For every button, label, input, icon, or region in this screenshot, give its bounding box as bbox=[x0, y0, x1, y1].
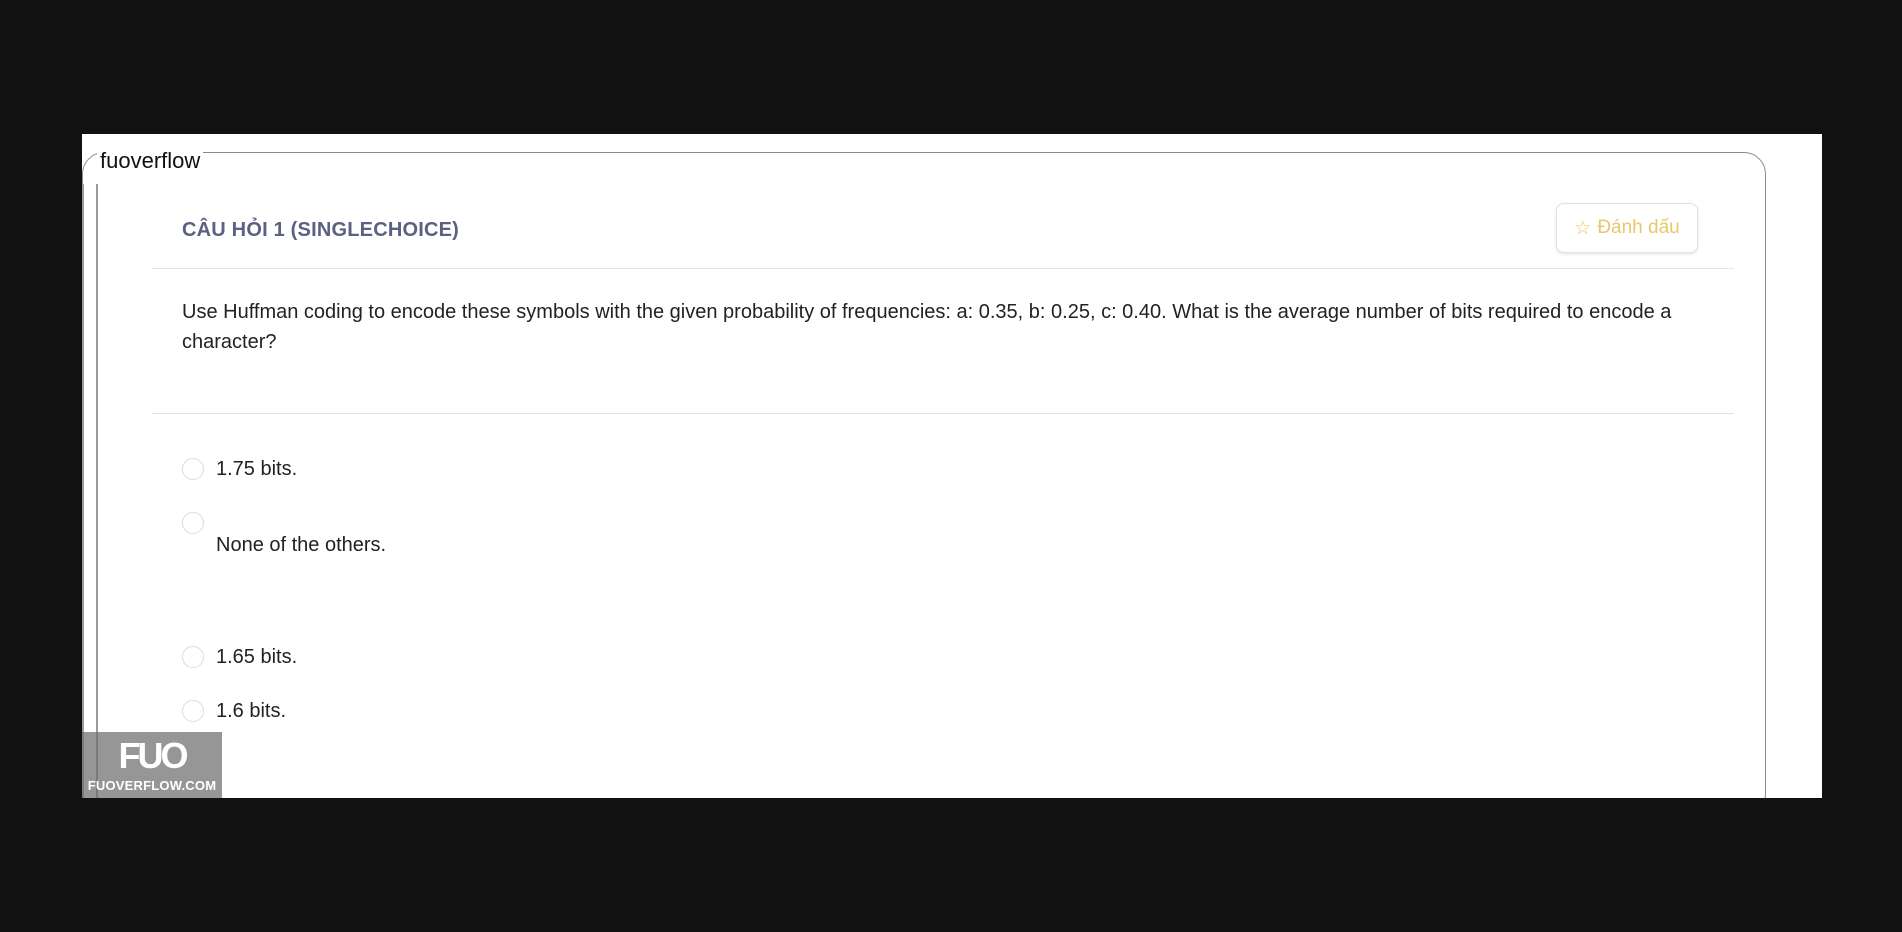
left-border-line bbox=[82, 184, 84, 798]
left-border-line-inner bbox=[96, 184, 98, 798]
radio-button[interactable] bbox=[182, 458, 204, 480]
watermark-logo-mark: FUO bbox=[118, 735, 189, 776]
radio-button[interactable] bbox=[182, 646, 204, 668]
watermark-logo: FUO FUOVERFLOW.COM bbox=[82, 732, 222, 798]
radio-button[interactable] bbox=[182, 512, 204, 534]
option-2[interactable]: None of the others. bbox=[182, 510, 386, 558]
option-label: 1.65 bits. bbox=[216, 646, 298, 668]
option-label: None of the others. bbox=[216, 534, 387, 556]
question-card: CÂU HỎI 1 (SINGLECHOICE) ☆ Đánh dấu Use … bbox=[152, 174, 1734, 794]
divider bbox=[152, 413, 1734, 414]
bookmark-label: Đánh dấu bbox=[1597, 217, 1680, 238]
question-panel: fuoverflow CÂU HỎI 1 (SINGLECHOICE) ☆ Đá… bbox=[82, 134, 1822, 798]
question-text: Use Huffman coding to encode these symbo… bbox=[182, 301, 1672, 353]
option-1[interactable]: 1.75 bits. bbox=[182, 456, 297, 482]
option-label: 1.75 bits. bbox=[216, 458, 298, 480]
radio-button[interactable] bbox=[182, 700, 204, 722]
card-header: CÂU HỎI 1 (SINGLECHOICE) ☆ Đánh dấu bbox=[152, 174, 1734, 269]
bookmark-button[interactable]: ☆ Đánh dấu bbox=[1556, 203, 1698, 253]
watermark-site-text: FUOVERFLOW.COM bbox=[87, 778, 217, 793]
star-icon: ☆ bbox=[1574, 217, 1592, 239]
option-4[interactable]: 1.6 bits. bbox=[182, 698, 286, 724]
option-label: 1.6 bits. bbox=[216, 700, 287, 722]
question-title: CÂU HỎI 1 (SINGLECHOICE) bbox=[182, 219, 460, 241]
fieldset-legend: fuoverflow bbox=[97, 149, 204, 173]
option-3[interactable]: 1.65 bits. bbox=[182, 644, 297, 670]
